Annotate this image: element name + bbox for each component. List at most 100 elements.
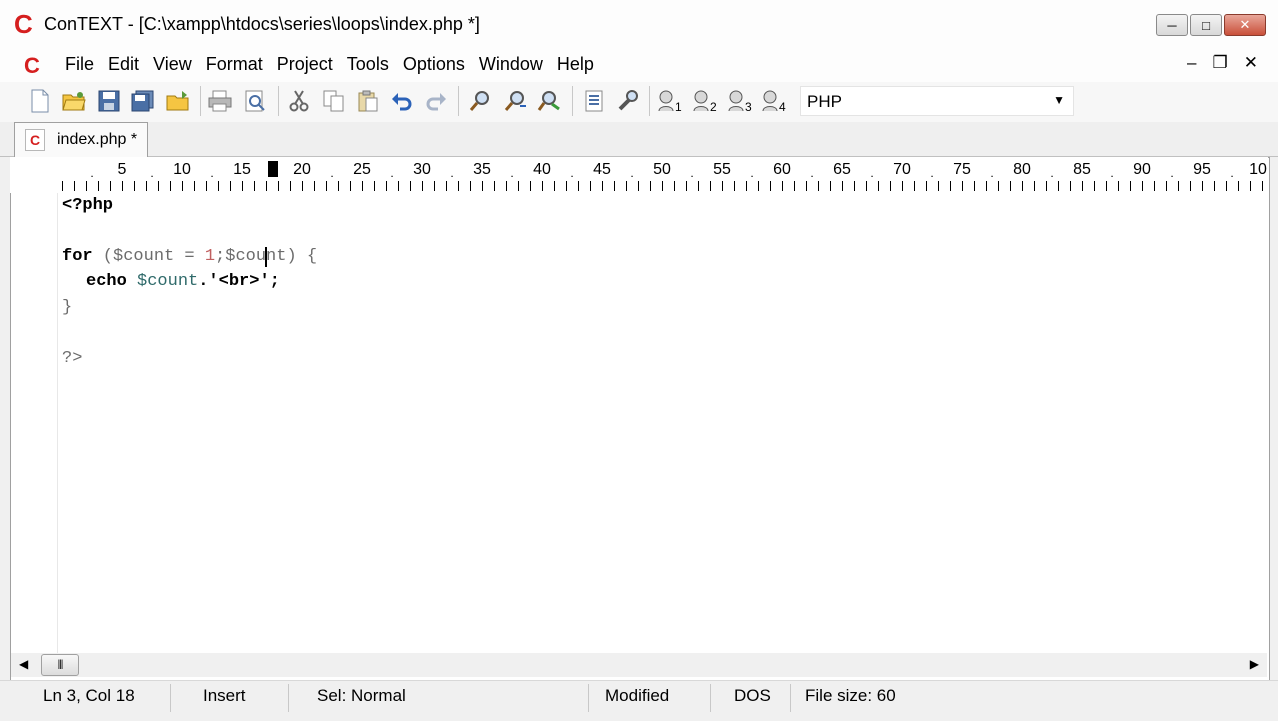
document-menu-icon[interactable]: C: [24, 53, 46, 78]
ruler-ticks: [62, 181, 1268, 191]
copy-icon[interactable]: [321, 88, 347, 114]
paste-icon[interactable]: [355, 88, 381, 114]
open-folder-icon[interactable]: [61, 88, 87, 114]
editor-pane[interactable]: [10, 157, 1270, 681]
close-brace: }: [62, 298, 73, 317]
doc-restore-button[interactable]: ❐: [1213, 53, 1228, 73]
scroll-left-icon[interactable]: ◀: [19, 657, 28, 671]
context-logo-icon: C: [14, 9, 33, 39]
window-title: ConTEXT - [C:\xampp\htdocs\series\loops\…: [44, 14, 480, 34]
file-compare-icon[interactable]: [581, 88, 607, 114]
undo-icon[interactable]: [389, 88, 415, 114]
print-icon[interactable]: [207, 88, 233, 114]
status-separator: [588, 684, 589, 712]
ruler-cursor-marker: [268, 161, 278, 177]
ruler-number: 60: [773, 161, 791, 178]
toolbar-separator: [200, 86, 201, 116]
ruler-number: 20: [293, 161, 311, 178]
scroll-right-icon[interactable]: ▶: [1250, 657, 1259, 671]
php-open-tag: <?php: [62, 196, 114, 215]
toolbar-separator: [458, 86, 459, 116]
menu-edit[interactable]: Edit: [101, 53, 146, 75]
status-separator: [710, 684, 711, 712]
ruler-dot: .: [810, 166, 814, 180]
doc-minimize-button[interactable]: –: [1187, 53, 1196, 73]
svg-text:1: 1: [675, 100, 682, 113]
menu-help[interactable]: Help: [550, 53, 601, 75]
ruler-dot: .: [150, 166, 154, 180]
user-command-3-icon[interactable]: 3: [727, 88, 753, 114]
ruler-number: 55: [713, 161, 731, 178]
code-line-3: for ($count = 1;$count) {: [62, 247, 317, 266]
new-file-icon[interactable]: [27, 88, 53, 114]
toolbar-separator: [572, 86, 573, 116]
save-icon[interactable]: [96, 88, 122, 114]
cut-icon[interactable]: [286, 88, 312, 114]
variable-count: $count: [225, 247, 287, 266]
variable-count: $count: [126, 272, 199, 291]
ruler-dot: .: [1050, 166, 1054, 180]
close-button[interactable]: ✕: [1224, 14, 1266, 36]
text-caret: [265, 247, 267, 267]
paren-close-brace: ) {: [286, 247, 318, 266]
user-command-1-icon[interactable]: 1: [657, 88, 683, 114]
highlighter-select[interactable]: PHP ▼: [800, 86, 1074, 116]
tab-index-php[interactable]: C index.php *: [14, 122, 148, 157]
code-line-5: }: [62, 298, 72, 317]
menu-tools[interactable]: Tools: [340, 53, 396, 75]
highlighter-value: PHP: [807, 92, 842, 111]
title-bar: C ConTEXT - [C:\xampp\htdocs\series\loop…: [0, 0, 1278, 46]
ruler-number: 40: [533, 161, 551, 178]
chevron-down-icon: ▼: [1053, 93, 1065, 107]
assign-op: =: [174, 247, 205, 266]
menu-window[interactable]: Window: [472, 53, 550, 75]
user-command-4-icon[interactable]: 4: [761, 88, 787, 114]
ruler-number: 90: [1133, 161, 1151, 178]
ruler-dot: .: [1110, 166, 1114, 180]
string-concat: .'<br>';: [198, 272, 280, 291]
menu-format[interactable]: Format: [199, 53, 270, 75]
doc-close-button[interactable]: ✕: [1244, 53, 1258, 73]
php-file-icon: C: [25, 129, 45, 151]
ruler-number: 10: [173, 161, 191, 178]
ruler-dot: .: [750, 166, 754, 180]
ruler-number: 85: [1073, 161, 1091, 178]
menu-view[interactable]: View: [146, 53, 199, 75]
svg-text:3: 3: [745, 100, 752, 113]
find-icon[interactable]: [467, 88, 493, 114]
code-line-7: ?>: [62, 349, 82, 368]
ruler-dot: .: [1230, 166, 1234, 180]
horizontal-scrollbar[interactable]: ◀ ||| ▶: [11, 653, 1267, 677]
maximize-button[interactable]: □: [1190, 14, 1222, 36]
menu-options[interactable]: Options: [396, 53, 472, 75]
status-separator: [170, 684, 171, 712]
tab-strip: [0, 122, 1278, 157]
status-file-size: File size: 60: [805, 686, 896, 705]
menu-file[interactable]: File: [58, 53, 101, 75]
ruler-number: 45: [593, 161, 611, 178]
ruler-number: 30: [413, 161, 431, 178]
status-selection-mode: Sel: Normal: [317, 686, 406, 705]
ruler-dot: .: [330, 166, 334, 180]
ruler-number: 10: [1249, 161, 1267, 178]
tools-icon[interactable]: [615, 88, 641, 114]
ruler-number: 75: [953, 161, 971, 178]
open-project-icon[interactable]: [165, 88, 191, 114]
status-modified: Modified: [605, 686, 670, 705]
ruler-number: 15: [233, 161, 251, 178]
keyword-for: for: [62, 247, 93, 266]
redo-icon[interactable]: [423, 88, 449, 114]
find-next-icon[interactable]: [502, 88, 528, 114]
save-all-icon[interactable]: [130, 88, 156, 114]
ruler-dot: .: [570, 166, 574, 180]
print-preview-icon[interactable]: [242, 88, 268, 114]
ruler-dot: .: [930, 166, 934, 180]
ruler-dot: .: [90, 166, 94, 180]
menu-project[interactable]: Project: [270, 53, 340, 75]
replace-icon[interactable]: [536, 88, 562, 114]
scroll-thumb[interactable]: |||: [41, 654, 79, 676]
minimize-button[interactable]: ─: [1156, 14, 1188, 36]
ruler-dot: .: [390, 166, 394, 180]
ruler-number: 95: [1193, 161, 1211, 178]
user-command-2-icon[interactable]: 2: [692, 88, 718, 114]
